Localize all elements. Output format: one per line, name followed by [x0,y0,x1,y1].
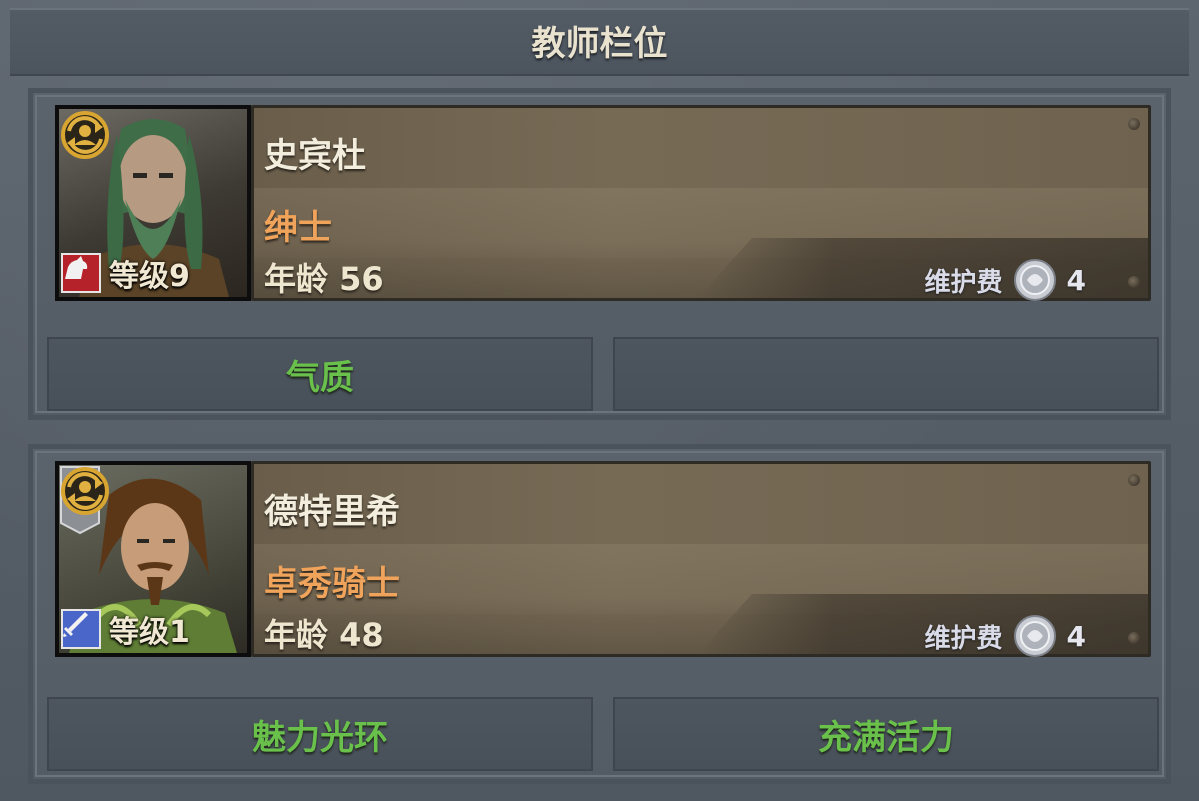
upkeep-value: 4 [1066,263,1086,297]
trait-slot[interactable]: 气质 [47,337,593,411]
rivet [1128,474,1140,486]
level-label: 等级1 [109,615,190,650]
upkeep-label: 维护费 [924,623,1003,654]
page-title: 教师栏位 [531,24,668,64]
teacher-info-plank[interactable]: 史宾杜 绅士 年龄 56 维护费 4 [251,105,1151,301]
trait-slot-empty[interactable] [613,337,1159,411]
rivet [1128,118,1140,130]
teacher-name: 德特里希 [264,492,400,532]
teacher-age: 年龄 56 [264,260,384,298]
teacher-slots-screen: 教师栏位 等级9 史宾杜 绅士 年龄 56 维护费 4 气质 等级1 德特里希 … [0,0,1199,801]
teacher-slot-1: 等级9 史宾杜 绅士 年龄 56 维护费 4 气质 [28,88,1171,420]
trait-slot[interactable]: 充满活力 [613,697,1159,771]
level-label: 等级9 [109,259,190,294]
sword-icon [61,609,101,649]
teacher-role: 绅士 [264,208,332,248]
swap-teacher-icon[interactable] [59,109,111,161]
teacher-portrait[interactable]: 等级1 [55,461,251,657]
teacher-info-plank[interactable]: 德特里希 卓秀骑士 年龄 48 维护费 4 [251,461,1151,657]
teacher-slot-2: 等级1 德特里希 卓秀骑士 年龄 48 维护费 4 魅力光环 充满活力 [28,444,1171,784]
teacher-age: 年龄 48 [264,616,384,654]
rivet [1128,632,1140,644]
upkeep-value: 4 [1066,619,1086,653]
trait-slot[interactable]: 魅力光环 [47,697,593,771]
teacher-portrait[interactable]: 等级9 [55,105,251,301]
upkeep-cost: 维护费 4 [924,258,1086,302]
silver-coin-icon [1013,615,1056,657]
horse-icon [61,253,101,293]
swap-teacher-icon[interactable] [59,465,111,517]
rivet [1128,276,1140,288]
level-display: 等级1 [61,609,190,650]
upkeep-cost: 维护费 4 [924,614,1086,658]
level-display: 等级9 [61,253,190,294]
upkeep-label: 维护费 [924,267,1003,298]
teacher-name: 史宾杜 [264,136,366,176]
silver-coin-icon [1013,259,1056,301]
teacher-role: 卓秀骑士 [264,564,400,604]
header-bar: 教师栏位 [10,8,1189,76]
